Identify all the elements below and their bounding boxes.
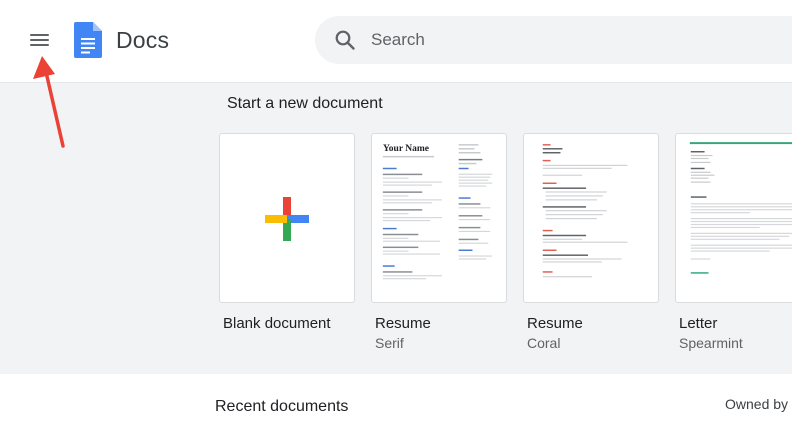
search-icon[interactable]: [333, 28, 357, 52]
letter-spearmint-preview: [689, 142, 792, 274]
template-name: Resume: [375, 315, 431, 332]
template-subtitle: Serif: [375, 335, 404, 351]
main-menu-icon[interactable]: [24, 25, 54, 55]
resume-serif-preview: [382, 144, 493, 280]
recent-documents-section: Recent documents Owned by: [0, 374, 792, 446]
arrow-annotation-icon: [33, 56, 65, 148]
owned-by-filter[interactable]: Owned by: [725, 396, 788, 412]
search-input[interactable]: [371, 27, 771, 53]
plus-icon: [265, 197, 309, 241]
top-bar: Docs: [0, 0, 792, 82]
template-name: Letter: [679, 315, 718, 332]
recent-documents-title: Recent documents: [215, 398, 349, 415]
template-blank[interactable]: Blank document: [219, 133, 355, 332]
template-resume-coral[interactable]: Resume Coral: [523, 133, 659, 351]
template-name: Blank document: [223, 315, 331, 332]
template-subtitle: Coral: [527, 335, 561, 351]
section-title: Start a new document: [227, 95, 383, 112]
resume-coral-preview: [542, 144, 628, 278]
template-thumbnail-resume-serif[interactable]: Your Name: [371, 133, 507, 303]
template-thumbnail-letter-spearmint[interactable]: [675, 133, 792, 303]
template-resume-serif[interactable]: Your Name Resume Serif: [371, 133, 507, 351]
template-thumbnail-blank[interactable]: [219, 133, 355, 303]
template-name: Resume: [527, 315, 583, 332]
template-subtitle: Spearmint: [679, 335, 743, 351]
search-bar[interactable]: [315, 16, 792, 64]
app-title[interactable]: Docs: [116, 27, 169, 54]
template-letter-spearmint[interactable]: Letter Spearmint: [675, 133, 792, 351]
template-thumbnail-resume-coral[interactable]: [523, 133, 659, 303]
template-gallery: Start a new document Blank document Your…: [0, 82, 792, 374]
docs-logo-icon[interactable]: [74, 22, 102, 58]
